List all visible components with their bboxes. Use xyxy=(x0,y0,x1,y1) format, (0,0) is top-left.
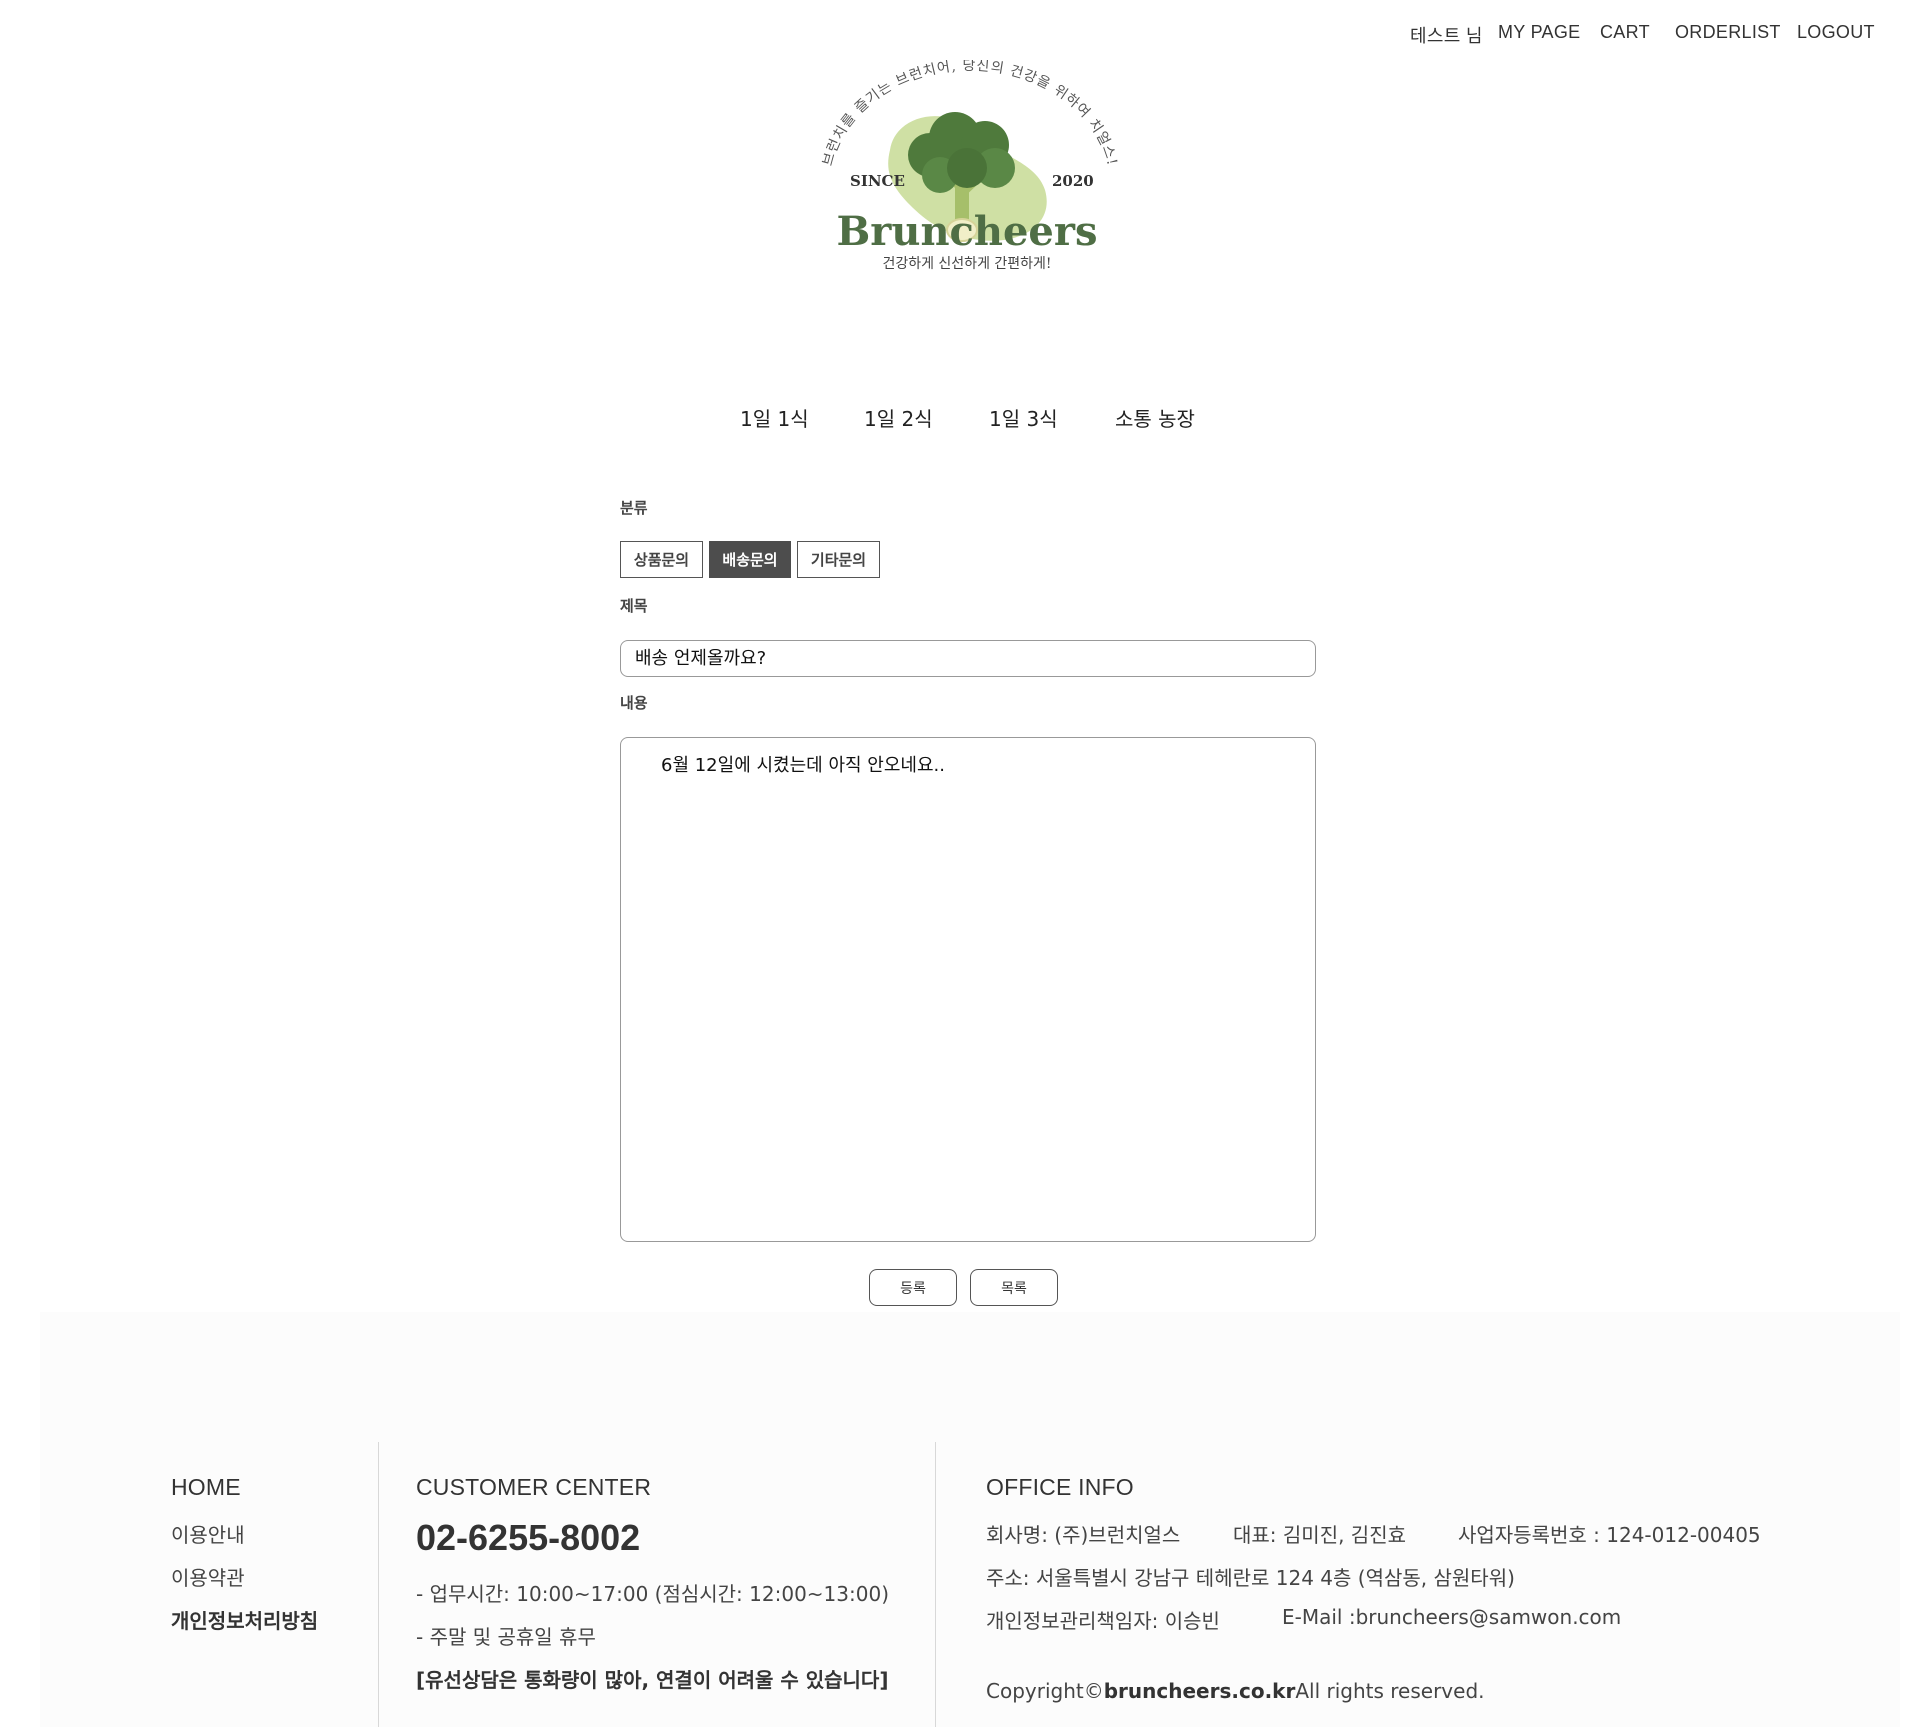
category-delivery-button[interactable]: 배송문의 xyxy=(709,541,791,578)
customer-notice: [유선상담은 통화량이 많아, 연결이 어려울 수 있습니다] xyxy=(416,1668,889,1692)
category-label: 분류 xyxy=(620,499,648,517)
category-other-button[interactable]: 기타문의 xyxy=(797,541,880,578)
logo-tagline: 건강하게 신선하게 간편하게! xyxy=(882,256,1051,272)
brand-logo[interactable]: 브런치를 즐기는 브런치어, 당신의 건강을 위하여 치얼스! SINCE 20… xyxy=(795,58,1140,330)
office-info-heading: OFFICE INFO xyxy=(986,1474,1134,1500)
office-privacy-officer: 개인정보관리책임자: 이승빈 xyxy=(986,1609,1220,1633)
orderlist-link[interactable]: ORDERLIST xyxy=(1675,22,1781,43)
nav-one-meal[interactable]: 1일 1식 xyxy=(740,403,809,432)
customer-hours: - 업무시간: 10:00~17:00 (점심시간: 12:00~13:00) xyxy=(416,1582,889,1606)
content-textarea[interactable]: 6월 12일에 시켰는데 아직 안오네요.. xyxy=(620,737,1316,1242)
logo-since: SINCE xyxy=(850,172,905,190)
office-ceo: 대표: 김미진, 김진효 xyxy=(1233,1523,1407,1547)
nav-three-meals[interactable]: 1일 3식 xyxy=(989,403,1058,432)
content-label: 내용 xyxy=(620,694,648,712)
submit-button[interactable]: 등록 xyxy=(869,1269,957,1306)
office-company: 회사명: (주)브런치얼스 xyxy=(986,1523,1181,1547)
footer: HOME 이용안내 이용약관 개인정보처리방침 CUSTOMER CENTER … xyxy=(40,1312,1900,1727)
footer-link-guide[interactable]: 이용안내 xyxy=(171,1519,245,1548)
copyright-suffix: All rights reserved. xyxy=(1295,1679,1485,1703)
cart-link[interactable]: CART xyxy=(1600,22,1650,43)
user-greeting: 테스트 님 xyxy=(1410,26,1483,46)
category-product-button[interactable]: 상품문의 xyxy=(620,541,703,578)
mypage-link[interactable]: MY PAGE xyxy=(1498,22,1580,43)
customer-center-heading: CUSTOMER CENTER xyxy=(416,1474,652,1500)
logo-graphic: 브런치를 즐기는 브런치어, 당신의 건강을 위하여 치얼스! SINCE 20… xyxy=(820,58,1119,272)
customer-phone: 02-6255-8002 xyxy=(416,1517,641,1558)
footer-link-privacy[interactable]: 개인정보처리방침 xyxy=(171,1605,318,1634)
copyright: Copyright©bruncheers.co.krAll rights res… xyxy=(986,1679,1485,1703)
logo-year: 2020 xyxy=(1052,172,1094,190)
top-utility-nav: 테스트 님 MY PAGE CART ORDERLIST LOGOUT xyxy=(0,18,1920,48)
footer-divider xyxy=(935,1442,936,1727)
office-email: E-Mail :bruncheers@samwon.com xyxy=(1282,1605,1622,1629)
footer-home-heading[interactable]: HOME xyxy=(171,1474,241,1501)
logout-link[interactable]: LOGOUT xyxy=(1797,22,1875,43)
title-input[interactable]: 배송 언제올까요? xyxy=(620,640,1316,677)
customer-holiday: - 주말 및 공휴일 휴무 xyxy=(416,1625,596,1649)
nav-two-meals[interactable]: 1일 2식 xyxy=(864,403,933,432)
footer-divider xyxy=(378,1442,379,1727)
logo-brand-name: Bruncheers xyxy=(837,208,1098,255)
office-address: 주소: 서울특별시 강남구 테헤란로 124 4층 (역삼동, 삼원타워) xyxy=(986,1566,1515,1590)
copyright-prefix: Copyright© xyxy=(986,1679,1104,1703)
office-biz-no: 사업자등록번호 : 124-012-00405 xyxy=(1458,1523,1761,1547)
nav-community-farm[interactable]: 소통 농장 xyxy=(1115,403,1195,432)
footer-link-terms[interactable]: 이용약관 xyxy=(171,1562,245,1591)
list-button[interactable]: 목록 xyxy=(970,1269,1058,1306)
title-label: 제목 xyxy=(620,597,648,615)
copyright-domain: bruncheers.co.kr xyxy=(1103,1679,1296,1703)
